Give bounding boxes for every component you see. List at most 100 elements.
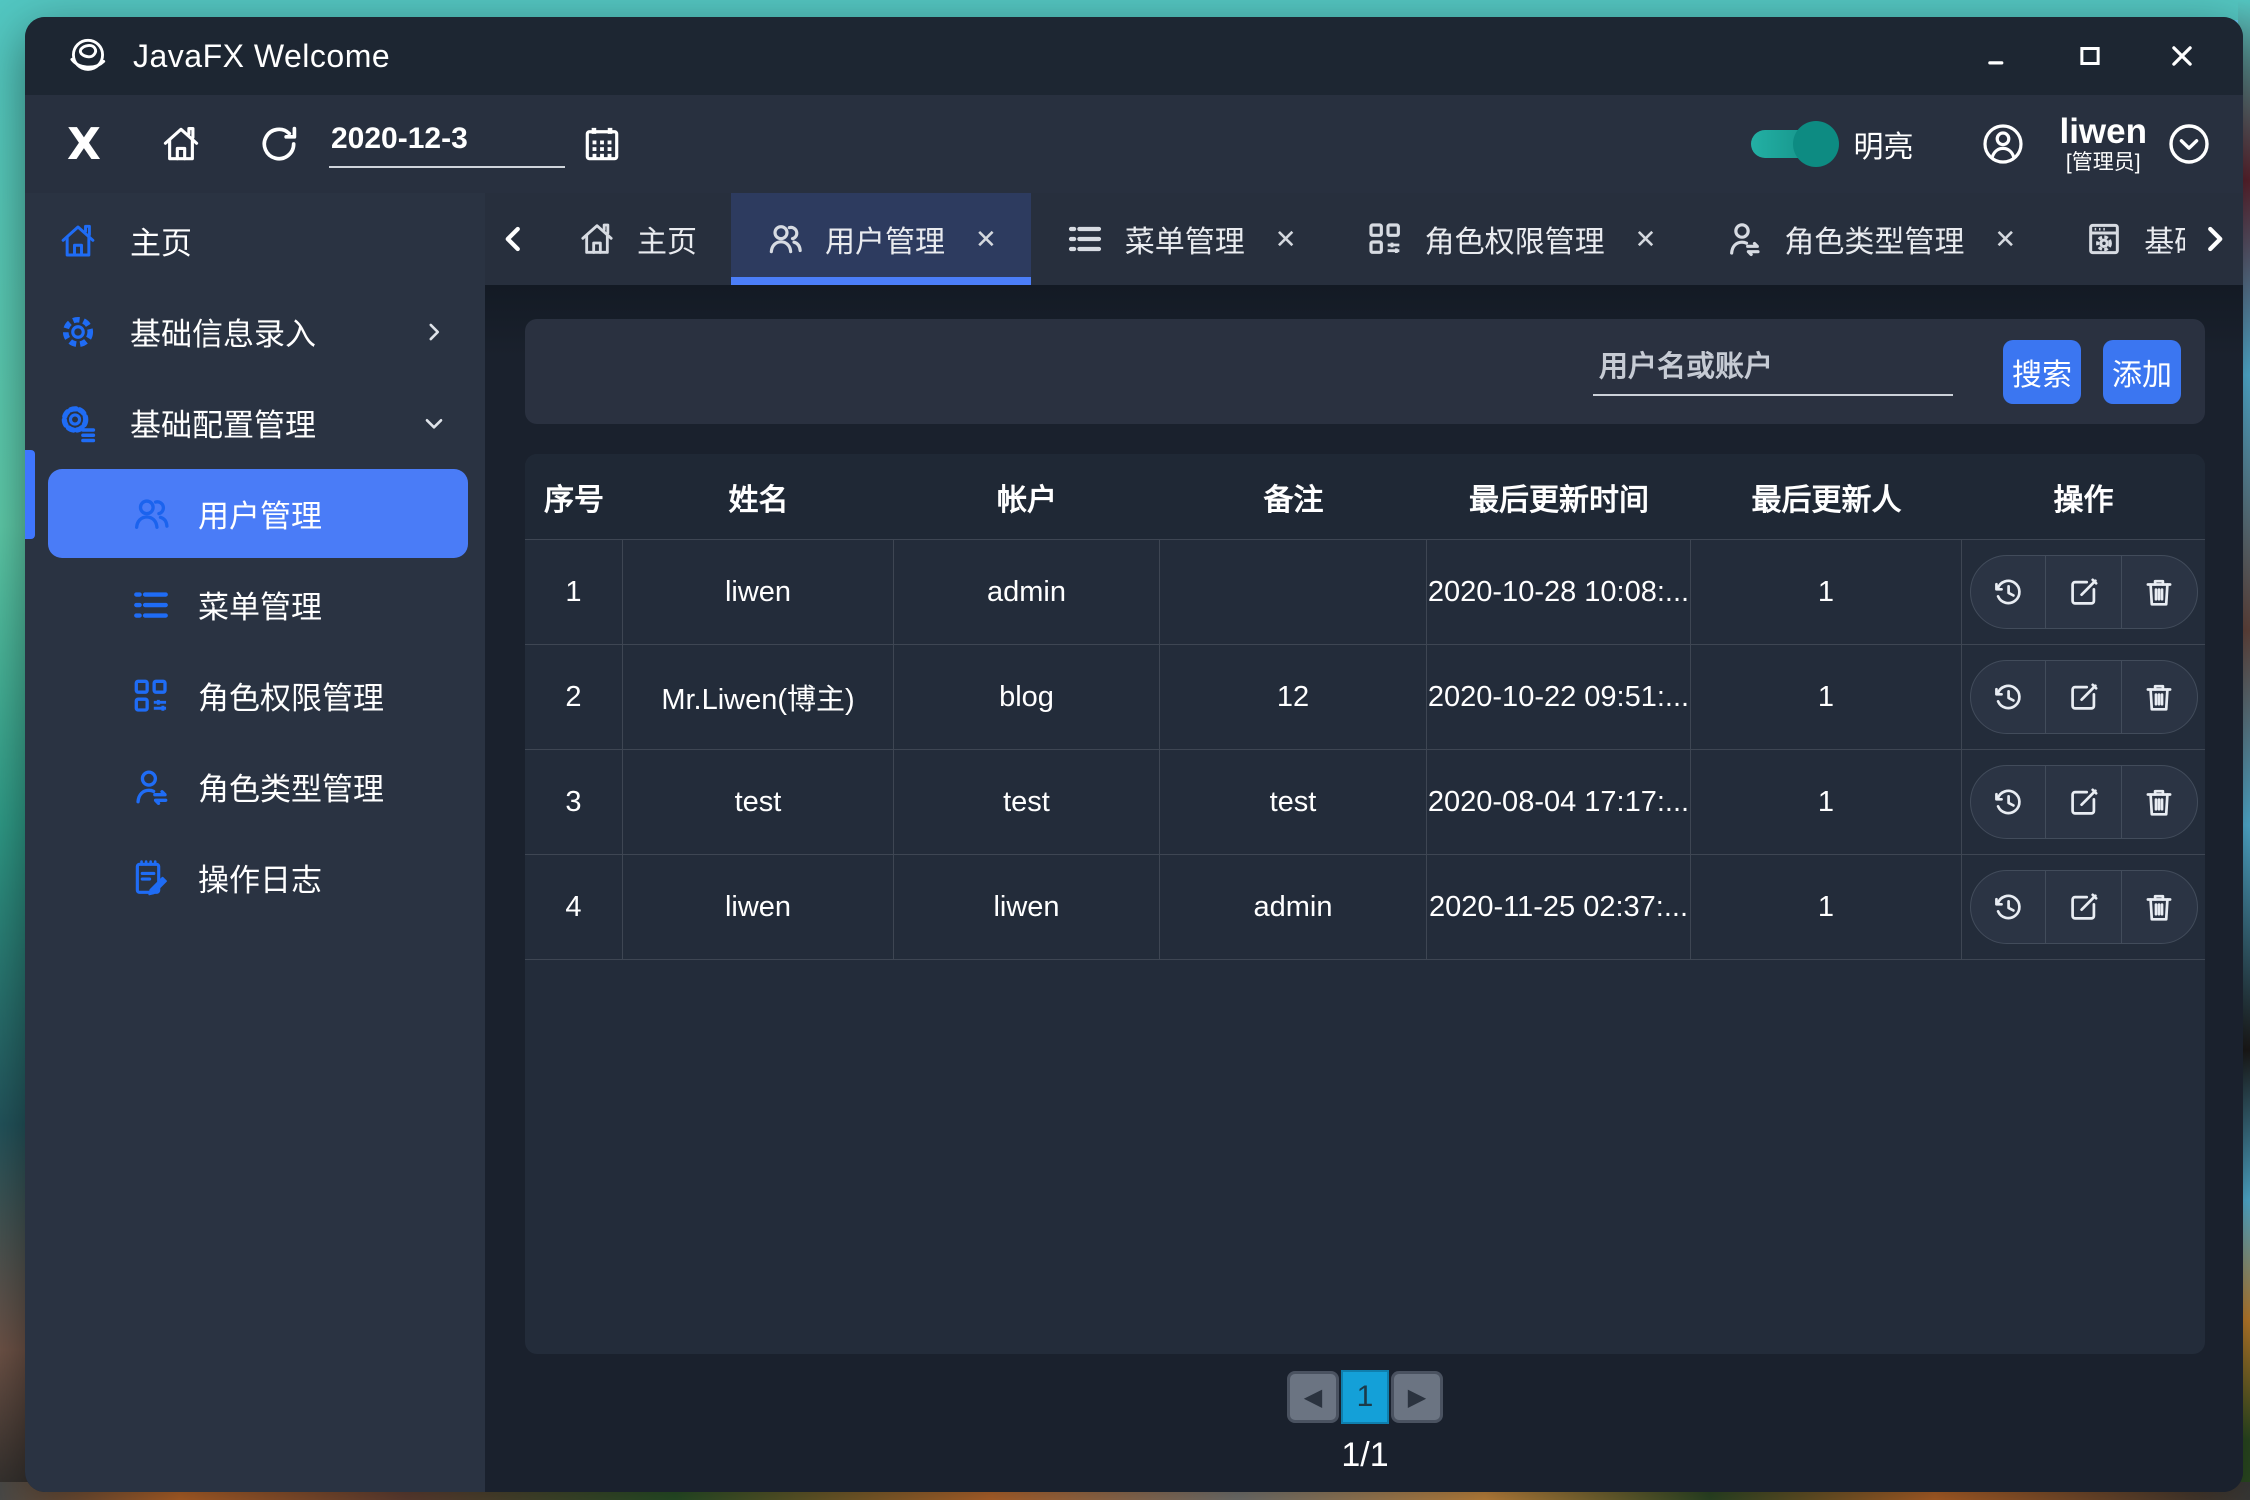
sidebar-item-home[interactable]: 主页 [25, 195, 485, 286]
chevron-down-icon [421, 410, 447, 436]
sidebar-item-operation-log[interactable]: 操作日志 [25, 832, 485, 923]
search-input[interactable] [1593, 347, 1953, 396]
person-swap-icon [1724, 219, 1764, 259]
edit-icon [2066, 784, 2102, 820]
sidebar-item-menu-management[interactable]: 菜单管理 [25, 559, 485, 650]
content: 搜索 添加 序号 姓名 帐户 备注 最后更新时间 最后更新人 操作 [485, 285, 2243, 1492]
grid-sliders-icon [1365, 219, 1405, 259]
calendar-icon[interactable] [581, 123, 623, 165]
tab-basic[interactable]: 基础 [2050, 193, 2185, 285]
tab-close-icon[interactable]: ✕ [1275, 224, 1297, 255]
edit-button[interactable] [2046, 556, 2122, 628]
sidebar-item-label: 菜单管理 [198, 582, 322, 627]
tab-close-icon[interactable]: ✕ [1635, 224, 1657, 255]
minimize-button[interactable] [1981, 39, 2015, 73]
cell-actions [1962, 855, 2205, 959]
delete-button[interactable] [2122, 661, 2197, 733]
home-icon [577, 219, 617, 259]
delete-button[interactable] [2122, 556, 2197, 628]
user-avatar-icon[interactable] [1979, 120, 2027, 168]
cell-actions [1962, 645, 2205, 749]
sidebar-item-label: 主页 [130, 218, 192, 263]
cell-no: 1 [525, 540, 623, 644]
window-gear-icon [2084, 219, 2124, 259]
app-logo-icon [65, 33, 111, 79]
cell-updater: 1 [1691, 750, 1962, 854]
close-button[interactable] [2165, 39, 2199, 73]
sidebar-item-basic-info-entry[interactable]: 基础信息录入 [25, 286, 485, 377]
log-icon [130, 857, 172, 899]
list-icon [130, 584, 172, 626]
edit-button[interactable] [2046, 661, 2122, 733]
theme-toggle-knob [1793, 121, 1839, 167]
tab-label: 菜单管理 [1125, 217, 1245, 261]
tab-scroll-right-button[interactable] [2185, 193, 2243, 285]
delete-button[interactable] [2122, 766, 2197, 838]
x-logo-button[interactable]: X [63, 119, 105, 170]
user-menu-chevron-icon[interactable] [2165, 120, 2213, 168]
users-icon [130, 493, 172, 535]
tab-scroll-left-button[interactable] [485, 193, 543, 285]
history-button[interactable] [1971, 556, 2047, 628]
person-swap-icon [130, 766, 172, 808]
table-row[interactable]: 2 Mr.Liwen(博主) blog 12 2020-10-22 09:51:… [525, 645, 2205, 750]
column-header: 最后更新人 [1691, 454, 1962, 539]
sidebar-item-user-management[interactable]: 用户管理 [48, 469, 468, 558]
list-icon [1065, 219, 1105, 259]
table-header: 序号 姓名 帐户 备注 最后更新时间 最后更新人 操作 [525, 454, 2205, 540]
edit-button[interactable] [2046, 871, 2122, 943]
column-header: 操作 [1962, 454, 2205, 539]
sidebar-item-basic-config[interactable]: 基础配置管理 [25, 377, 485, 468]
refresh-button[interactable] [257, 122, 301, 166]
prev-page-button[interactable]: ◀ [1287, 1371, 1339, 1423]
search-button[interactable]: 搜索 [2003, 340, 2081, 404]
cell-name: liwen [623, 540, 894, 644]
sidebar-item-label: 角色类型管理 [198, 764, 384, 809]
search-panel: 搜索 添加 [525, 319, 2205, 424]
row-actions [1970, 555, 2198, 629]
users-icon [765, 219, 805, 259]
tab-role-type[interactable]: 角色类型管理 ✕ [1690, 193, 2050, 285]
table-row[interactable]: 4 liwen liwen admin 2020-11-25 02:37:...… [525, 855, 2205, 960]
maximize-button[interactable] [2073, 39, 2107, 73]
home-button[interactable] [159, 122, 203, 166]
tab-home[interactable]: 主页 [543, 193, 731, 285]
pagination: ◀ 1 ▶ 1/1 [525, 1354, 2205, 1475]
history-icon [1990, 784, 2026, 820]
next-page-button[interactable]: ▶ [1391, 1371, 1443, 1423]
cell-updated: 2020-10-22 09:51:... [1427, 645, 1691, 749]
tab-menu-management[interactable]: 菜单管理 ✕ [1031, 193, 1331, 285]
sidebar-item-role-type[interactable]: 角色类型管理 [25, 741, 485, 832]
table-empty-space [525, 960, 2205, 1354]
grid-sliders-icon [130, 675, 172, 717]
add-button[interactable]: 添加 [2103, 340, 2181, 404]
cell-updated: 2020-11-25 02:37:... [1427, 855, 1691, 959]
theme-toggle[interactable] [1751, 130, 1829, 158]
table-row[interactable]: 3 test test test 2020-08-04 17:17:... 1 [525, 750, 2205, 855]
delete-button[interactable] [2122, 871, 2197, 943]
edit-button[interactable] [2046, 766, 2122, 838]
edit-icon [2066, 679, 2102, 715]
row-actions [1970, 660, 2198, 734]
tab-label: 基础 [2144, 217, 2185, 261]
date-input[interactable]: 2020-12-3 [329, 120, 565, 168]
user-table-panel: 序号 姓名 帐户 备注 最后更新时间 最后更新人 操作 1 liwen admi… [525, 454, 2205, 1354]
tab-close-icon[interactable]: ✕ [1994, 224, 2016, 255]
home-icon [57, 220, 99, 262]
app-window: JavaFX Welcome X 2020-12-3 明亮 liwen [管理员… [25, 17, 2243, 1492]
sidebar: 主页 基础信息录入 基础配置管理 用户管理 菜单管理 [25, 193, 485, 1492]
tab-user-management[interactable]: 用户管理 ✕ [731, 193, 1031, 285]
cell-no: 4 [525, 855, 623, 959]
sidebar-item-role-permission[interactable]: 角色权限管理 [25, 650, 485, 741]
history-button[interactable] [1971, 766, 2047, 838]
table-row[interactable]: 1 liwen admin 2020-10-28 10:08:... 1 [525, 540, 2205, 645]
tabbar: 主页 用户管理 ✕ 菜单管理 ✕ 角色权限管理 ✕ [485, 193, 2243, 285]
cell-account: test [894, 750, 1160, 854]
current-page-button[interactable]: 1 [1341, 1370, 1389, 1424]
row-actions [1970, 765, 2198, 839]
history-button[interactable] [1971, 661, 2047, 733]
history-button[interactable] [1971, 871, 2047, 943]
tab-close-icon[interactable]: ✕ [975, 224, 997, 255]
tab-role-permission[interactable]: 角色权限管理 ✕ [1331, 193, 1691, 285]
theme-label: 明亮 [1853, 122, 1913, 166]
